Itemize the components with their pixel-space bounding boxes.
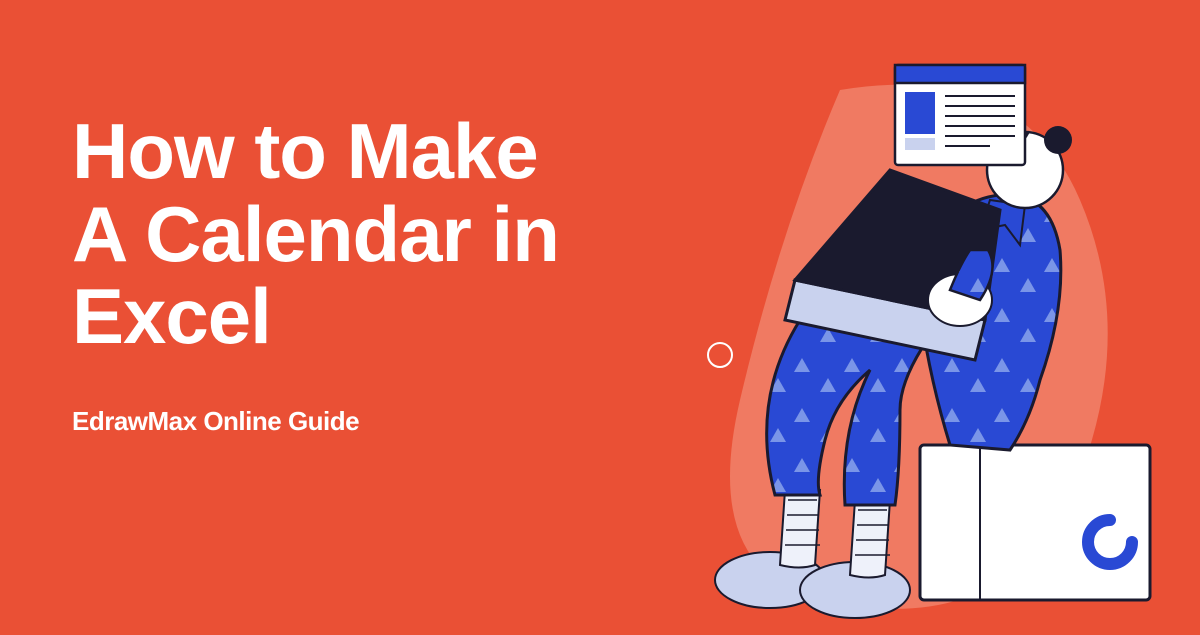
ankle-left [780,490,820,568]
person-laptop-illustration [640,0,1200,630]
page-title: How to Make A Calendar in Excel [72,110,559,358]
circle-decoration [708,343,732,367]
ankle-right [850,500,890,578]
illustration-svg [640,0,1200,630]
headline-line-3: Excel [72,272,271,360]
headline-line-1: How to Make [72,107,538,195]
browser-window-icon [895,65,1025,165]
headline-line-2: A Calendar in [72,190,559,278]
subtitle: EdrawMax Online Guide [72,406,559,437]
hair-bun [1044,126,1072,154]
box-seat [920,445,1150,600]
text-block: How to Make A Calendar in Excel EdrawMax… [72,110,559,437]
